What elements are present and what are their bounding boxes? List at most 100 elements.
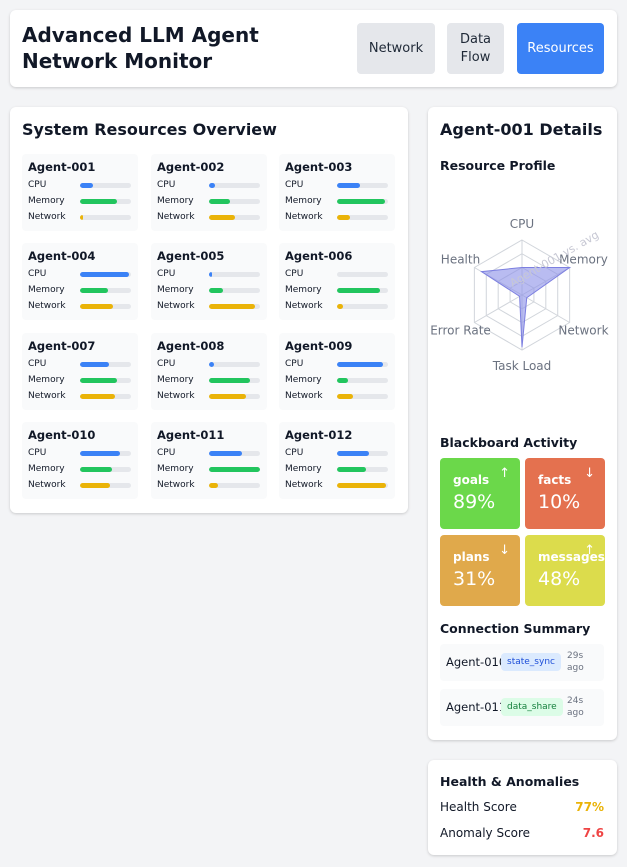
cpu-bar-fill: [209, 362, 214, 367]
connection-type-badge: data_share: [501, 698, 563, 716]
blackboard-tile-name: plans: [453, 550, 490, 564]
agent-card[interactable]: Agent-007 CPU Memory Network: [22, 333, 138, 410]
agent-card[interactable]: Agent-010 CPU Memory Network: [22, 422, 138, 499]
cpu-bar: [209, 451, 260, 456]
memory-label: Memory: [28, 464, 65, 474]
cpu-bar-fill: [80, 183, 93, 188]
agent-card[interactable]: Agent-009 CPU Memory Network: [279, 333, 395, 410]
cpu-label: CPU: [28, 269, 47, 279]
cpu-bar: [209, 183, 260, 188]
agent-card[interactable]: Agent-001 CPU Memory Network: [22, 154, 138, 231]
cpu-bar-fill: [337, 362, 383, 367]
radar-axis-label: Task Load: [492, 359, 552, 373]
memory-metric: Memory: [28, 463, 132, 477]
network-label: Network: [157, 212, 195, 222]
memory-bar: [80, 288, 131, 293]
cpu-label: CPU: [157, 359, 176, 369]
memory-label: Memory: [157, 375, 194, 385]
nav-network-button[interactable]: Network: [357, 23, 435, 74]
agent-card[interactable]: Agent-008 CPU Memory Network: [151, 333, 267, 410]
network-bar: [209, 304, 260, 309]
health-score-value: 77%: [575, 800, 604, 814]
cpu-label: CPU: [285, 269, 304, 279]
network-label: Network: [157, 391, 195, 401]
memory-bar-fill: [209, 467, 260, 472]
health-score-label: Health Score: [440, 800, 517, 814]
cpu-bar: [209, 362, 260, 367]
memory-bar: [337, 199, 388, 204]
header-bar: Advanced LLM Agent Network Monitor Netwo…: [10, 10, 617, 87]
memory-bar: [209, 467, 260, 472]
blackboard-tile-goals[interactable]: goals 89% ↑: [440, 458, 520, 529]
network-metric: Network: [285, 390, 389, 404]
nav-resources-button[interactable]: Resources: [517, 23, 604, 74]
network-metric: Network: [157, 300, 261, 314]
network-metric: Network: [28, 211, 132, 225]
network-label: Network: [28, 391, 66, 401]
nav-data-flow-button[interactable]: Data Flow: [447, 23, 504, 74]
connection-row[interactable]: Agent-010 state_sync 29s ago: [440, 644, 604, 681]
memory-label: Memory: [28, 285, 65, 295]
connection-agent: Agent-011: [446, 700, 507, 714]
cpu-bar: [337, 451, 388, 456]
agent-name: Agent-006: [285, 249, 353, 263]
agent-name: Agent-002: [157, 160, 225, 174]
memory-metric: Memory: [285, 374, 389, 388]
memory-bar-fill: [337, 288, 381, 293]
memory-bar: [209, 378, 260, 383]
agent-name: Agent-004: [28, 249, 96, 263]
memory-bar: [337, 288, 388, 293]
connection-row[interactable]: Agent-011 data_share 24s ago: [440, 689, 604, 726]
blackboard-tile-plans[interactable]: plans 31% ↓: [440, 535, 520, 606]
network-bar-fill: [337, 483, 387, 488]
network-bar-fill: [209, 483, 218, 488]
network-bar-fill: [80, 394, 116, 399]
network-label: Network: [28, 301, 66, 311]
memory-metric: Memory: [157, 195, 261, 209]
agent-name: Agent-012: [285, 428, 353, 442]
network-bar-fill: [337, 304, 344, 309]
agent-card[interactable]: Agent-011 CPU Memory Network: [151, 422, 267, 499]
memory-label: Memory: [28, 196, 65, 206]
agent-card[interactable]: Agent-002 CPU Memory Network: [151, 154, 267, 231]
network-bar: [337, 215, 388, 220]
arrow-up-icon: ↑: [584, 543, 595, 558]
cpu-metric: CPU: [285, 447, 389, 461]
agent-card[interactable]: Agent-003 CPU Memory Network: [279, 154, 395, 231]
network-metric: Network: [28, 300, 132, 314]
agent-card[interactable]: Agent-005 CPU Memory Network: [151, 243, 267, 320]
memory-metric: Memory: [285, 195, 389, 209]
blackboard-tile-messages[interactable]: messages 48% ↑: [525, 535, 605, 606]
blackboard-tile-percent: 89%: [453, 491, 496, 513]
network-bar-fill: [209, 215, 235, 220]
network-label: Network: [28, 480, 66, 490]
agent-name: Agent-009: [285, 339, 353, 353]
radar-axis-label: CPU: [510, 217, 534, 231]
connection-time: 24s ago: [567, 696, 584, 718]
cpu-label: CPU: [28, 180, 47, 190]
blackboard-tile-name: goals: [453, 473, 490, 487]
memory-bar-fill: [209, 378, 251, 383]
memory-bar: [337, 378, 388, 383]
cpu-bar-fill: [80, 272, 129, 277]
blackboard-tile-facts[interactable]: facts 10% ↓: [525, 458, 605, 529]
agent-name: Agent-010: [28, 428, 96, 442]
agent-card[interactable]: Agent-006 CPU Memory Network: [279, 243, 395, 320]
cpu-bar-fill: [337, 183, 361, 188]
memory-metric: Memory: [157, 463, 261, 477]
cpu-bar-fill: [209, 451, 242, 456]
cpu-metric: CPU: [28, 268, 132, 282]
memory-bar-fill: [80, 288, 108, 293]
agent-card[interactable]: Agent-012 CPU Memory Network: [279, 422, 395, 499]
agent-card[interactable]: Agent-004 CPU Memory Network: [22, 243, 138, 320]
network-bar: [337, 394, 388, 399]
memory-bar: [209, 288, 260, 293]
cpu-bar: [80, 183, 131, 188]
memory-metric: Memory: [285, 284, 389, 298]
connection-type-badge: state_sync: [501, 653, 561, 671]
cpu-bar: [209, 272, 260, 277]
cpu-label: CPU: [285, 180, 304, 190]
cpu-label: CPU: [157, 180, 176, 190]
cpu-metric: CPU: [285, 179, 389, 193]
radar-axis-label: Error Rate: [430, 324, 491, 338]
